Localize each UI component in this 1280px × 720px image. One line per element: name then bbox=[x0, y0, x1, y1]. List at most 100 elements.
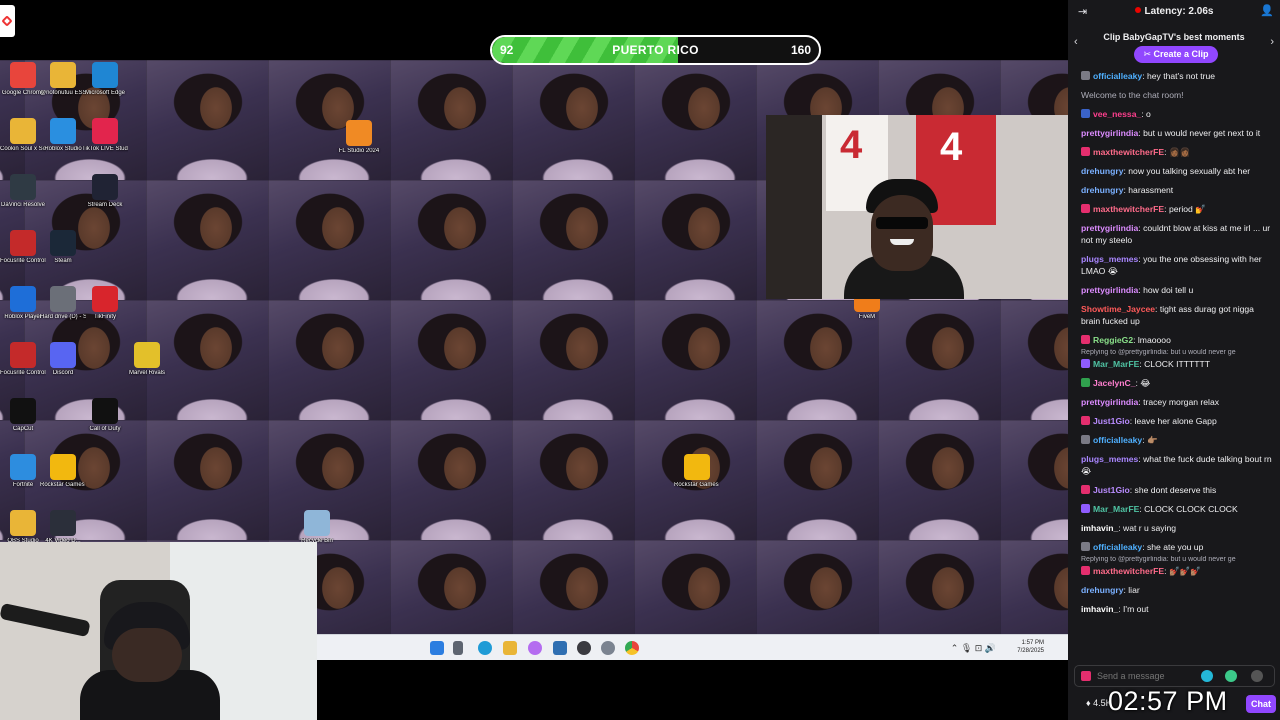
chat-send-button[interactable]: Chat bbox=[1246, 695, 1276, 713]
chat-username[interactable]: officialleaky bbox=[1093, 435, 1142, 445]
desktop-shortcut[interactable]: Discord bbox=[40, 342, 86, 377]
chat-message[interactable]: maxthewitcherFE: period 💅 bbox=[1081, 203, 1272, 215]
user-badge-icon[interactable] bbox=[1081, 335, 1090, 344]
user-badge-icon[interactable] bbox=[1081, 204, 1090, 213]
user-badge-icon[interactable] bbox=[1081, 416, 1090, 425]
chat-message-input[interactable] bbox=[1097, 669, 1207, 683]
desktop-shortcut[interactable]: Rockstar Games Lau... bbox=[40, 454, 86, 489]
desktop-shortcut[interactable]: FL Studio 2024 bbox=[336, 120, 382, 155]
chat-message[interactable]: prettygirlindia: how doi tell u bbox=[1081, 284, 1272, 296]
chat-username[interactable]: drehungry bbox=[1081, 585, 1124, 595]
user-badge-icon[interactable] bbox=[1081, 378, 1090, 387]
chat-username[interactable]: prettygirlindia bbox=[1081, 128, 1138, 138]
chat-username[interactable]: drehungry bbox=[1081, 166, 1124, 176]
chat-message[interactable]: drehungry: liar bbox=[1081, 584, 1272, 596]
chat-message[interactable]: vee_nessa_: o bbox=[1081, 108, 1272, 120]
desktop-shortcut[interactable]: Marvel Rivals bbox=[124, 342, 170, 377]
desktop-shortcut[interactable]: TikTok LIVE Studio bbox=[82, 118, 128, 153]
chat-message[interactable]: maxthewitcherFE: 👩🏾👩🏾 bbox=[1081, 146, 1272, 158]
chrome-icon[interactable] bbox=[625, 641, 639, 655]
desktop-shortcut[interactable]: Call of Duty bbox=[82, 398, 128, 433]
chat-message[interactable]: imhavin_: wat r u saying bbox=[1081, 522, 1272, 534]
chat-username[interactable]: Just1Gio bbox=[1093, 416, 1130, 426]
desktop-shortcut[interactable]: Hard drive (D) - Shortcut bbox=[40, 286, 86, 321]
desktop-shortcut[interactable]: CapCut bbox=[0, 398, 46, 433]
user-badge-icon[interactable] bbox=[1081, 542, 1090, 551]
settings-icon[interactable] bbox=[601, 641, 615, 655]
desktop-shortcut[interactable]: TikFinity bbox=[82, 286, 128, 321]
obs-icon[interactable] bbox=[577, 641, 591, 655]
chat-message[interactable]: Mar_MarFE: CLOCK ITTTTTT bbox=[1081, 358, 1272, 370]
desktop-shortcut[interactable]: 4K Video D... bbox=[40, 510, 86, 545]
chat-username[interactable]: officialleaky bbox=[1093, 71, 1142, 81]
desktop-shortcut[interactable]: Recycle Bin bbox=[294, 510, 340, 545]
user-badge-icon[interactable] bbox=[1081, 359, 1090, 368]
chat-username[interactable]: plugs_memes bbox=[1081, 254, 1138, 264]
chat-message-list[interactable]: officialleaky: hey that's not true Welcom… bbox=[1068, 70, 1280, 660]
chat-message[interactable]: officialleaky: 👉🏽 bbox=[1081, 434, 1272, 446]
folder-icon[interactable] bbox=[503, 641, 517, 655]
chat-username[interactable]: Showtime_Jaycee bbox=[1081, 304, 1155, 314]
chat-username[interactable]: vee_nessa_ bbox=[1093, 109, 1141, 119]
community-icon[interactable]: 👤 bbox=[1260, 4, 1274, 17]
user-badge-icon[interactable] bbox=[1081, 435, 1090, 444]
chat-username[interactable]: Just1Gio bbox=[1093, 485, 1130, 495]
chat-message[interactable]: drehungry: harassment bbox=[1081, 184, 1272, 196]
file-explorer-icon[interactable] bbox=[453, 641, 463, 655]
chat-username[interactable]: imhavin_ bbox=[1081, 523, 1118, 533]
chat-username[interactable]: prettygirlindia bbox=[1081, 223, 1138, 233]
chat-message[interactable]: maxthewitcherFE: 💅🏽💅🏽💅🏽 bbox=[1081, 565, 1272, 577]
chat-username[interactable]: drehungry bbox=[1081, 185, 1124, 195]
chat-message[interactable]: imhavin_: I'm out bbox=[1081, 603, 1272, 615]
chat-message[interactable]: ReggieG2: lmaoooo bbox=[1081, 334, 1272, 346]
user-badge-icon[interactable] bbox=[1081, 485, 1090, 494]
chat-username[interactable]: maxthewitcherFE bbox=[1093, 566, 1164, 576]
channel-points-icon[interactable] bbox=[1225, 670, 1237, 682]
chat-message[interactable]: prettygirlindia: couldnt blow at kiss at… bbox=[1081, 222, 1272, 246]
chat-username[interactable]: ReggieG2 bbox=[1093, 335, 1133, 345]
desktop-shortcut[interactable]: Rockstar Games ... bbox=[674, 454, 720, 489]
user-badge-icon[interactable] bbox=[1081, 109, 1090, 118]
chat-message[interactable]: JacelynC_: 😂 bbox=[1081, 377, 1272, 389]
copilot-icon[interactable] bbox=[528, 641, 542, 655]
emote-icon[interactable] bbox=[1251, 670, 1263, 682]
chat-message[interactable]: officialleaky: hey that's not true bbox=[1081, 70, 1272, 82]
chat-username[interactable]: plugs_memes bbox=[1081, 454, 1138, 464]
desktop-shortcut[interactable]: DaVinci Resolve bbox=[0, 174, 46, 209]
chat-message[interactable]: drehungry: now you talking sexually abt … bbox=[1081, 165, 1272, 177]
chat-message[interactable]: Mar_MarFE: CLOCK CLOCK CLOCK bbox=[1081, 503, 1272, 515]
desktop-shortcut[interactable]: Steam bbox=[40, 230, 86, 265]
desktop-shortcut[interactable]: Microsoft Edge bbox=[82, 62, 128, 97]
store-icon[interactable] bbox=[553, 641, 567, 655]
taskbar-clock[interactable]: 1:57 PM 7/28/2025 bbox=[1017, 639, 1044, 655]
chat-username[interactable]: Mar_MarFE bbox=[1093, 504, 1139, 514]
chat-message[interactable]: plugs_memes: you the one obsessing with … bbox=[1081, 253, 1272, 277]
chat-username[interactable]: Mar_MarFE bbox=[1093, 359, 1139, 369]
chat-message[interactable]: prettygirlindia: tracey morgan relax bbox=[1081, 396, 1272, 408]
chat-username[interactable]: prettygirlindia bbox=[1081, 397, 1138, 407]
user-badge-icon[interactable] bbox=[1081, 71, 1090, 80]
chevron-right-icon[interactable]: › bbox=[1270, 36, 1274, 48]
desktop-shortcut[interactable]: Stream Deck bbox=[82, 174, 128, 209]
chat-message[interactable]: Just1Gio: she dont deserve this bbox=[1081, 484, 1272, 496]
chat-input-box[interactable] bbox=[1074, 665, 1275, 687]
create-clip-button[interactable]: ✂ Create a Clip bbox=[1134, 46, 1218, 63]
chat-username[interactable]: imhavin_ bbox=[1081, 604, 1118, 614]
user-badge-icon[interactable] bbox=[1081, 566, 1090, 575]
user-badge-icon[interactable] bbox=[1081, 504, 1090, 513]
edge-icon[interactable] bbox=[478, 641, 492, 655]
corner-app-icon[interactable] bbox=[0, 5, 15, 37]
chat-message[interactable]: plugs_memes: what the fuck dude talking … bbox=[1081, 453, 1272, 477]
bits-icon[interactable] bbox=[1201, 670, 1213, 682]
chat-message[interactable]: Just1Gio: leave her alone Gapp bbox=[1081, 415, 1272, 427]
chat-username[interactable]: JacelynC_ bbox=[1093, 378, 1136, 388]
system-tray[interactable]: ⌃ 🎙 ⊡ 🔊 bbox=[951, 643, 996, 654]
chat-username[interactable]: prettygirlindia bbox=[1081, 285, 1138, 295]
chat-username[interactable]: maxthewitcherFE bbox=[1093, 204, 1164, 214]
chat-message[interactable]: officialleaky: she ate you up bbox=[1081, 541, 1272, 553]
chat-message[interactable]: Showtime_Jaycee: tight ass durag got nig… bbox=[1081, 303, 1272, 327]
chat-message[interactable]: prettygirlindia: but u would never get n… bbox=[1081, 127, 1272, 139]
start-icon[interactable] bbox=[430, 641, 444, 655]
desktop-shortcut[interactable]: Roblox Studio bbox=[40, 118, 86, 153]
chat-username[interactable]: officialleaky bbox=[1093, 542, 1142, 552]
